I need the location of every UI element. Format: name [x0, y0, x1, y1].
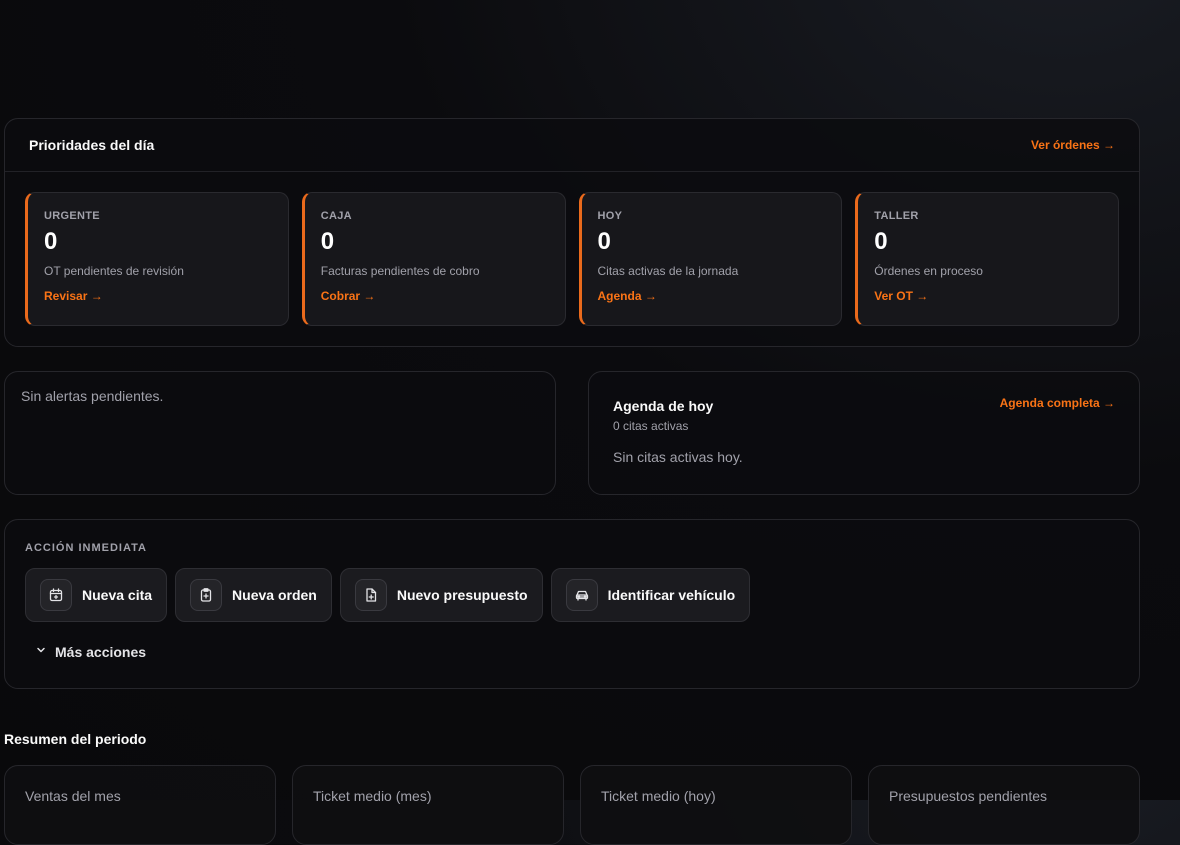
priority-card-cashier: CAJA 0 Facturas pendientes de cobro Cobr…: [301, 192, 566, 326]
collect-link[interactable]: Cobrar →: [321, 289, 376, 303]
stat-card-avg-ticket-today: Ticket medio (hoy): [580, 765, 852, 845]
new-quote-label: Nuevo presupuesto: [396, 587, 528, 603]
calendar-plus-icon: [40, 579, 72, 611]
priority-card-urgent: URGENTE 0 OT pendientes de revisión Revi…: [25, 192, 289, 326]
stat-label: Ticket medio (hoy): [601, 788, 716, 804]
review-link[interactable]: Revisar →: [44, 289, 103, 303]
priority-card-today: HOY 0 Citas activas de la jornada Agenda…: [578, 192, 843, 326]
stat-label: Presupuestos pendientes: [889, 788, 1047, 804]
priority-card-count: 0: [44, 228, 58, 255]
stat-card-avg-ticket-month: Ticket medio (mes): [292, 765, 564, 845]
priorities-header: Prioridades del día Ver órdenes →: [5, 119, 1139, 172]
identify-vehicle-label: Identificar vehículo: [607, 587, 736, 603]
stat-card-pending-quotes: Presupuestos pendientes: [868, 765, 1140, 845]
car-icon: [565, 579, 598, 611]
priority-card-count: 0: [597, 228, 611, 255]
new-quote-button[interactable]: Nuevo presupuesto: [339, 568, 543, 622]
priority-card-description: Órdenes en proceso: [874, 264, 983, 278]
file-plus-icon: [354, 579, 387, 611]
period-summary-title: Resumen del periodo: [4, 731, 147, 747]
new-order-label: Nueva orden: [232, 587, 317, 603]
new-order-button[interactable]: Nueva orden: [175, 568, 332, 622]
stat-card-monthly-sales: Ventas del mes: [4, 765, 276, 845]
priorities-panel: Prioridades del día Ver órdenes → URGENT…: [4, 118, 1140, 347]
priority-card-count: 0: [320, 228, 335, 255]
stat-label: Ventas del mes: [25, 788, 121, 804]
clipboard-plus-icon: [190, 579, 223, 611]
agenda-subtitle: 0 citas activas: [613, 419, 689, 433]
new-appointment-button[interactable]: Nueva cita: [25, 568, 168, 622]
priority-card-count: 0: [874, 228, 888, 255]
alerts-empty-message: Sin alertas pendientes.: [21, 388, 164, 404]
priority-card-workshop: TALLER 0 Órdenes en proceso Ver OT →: [855, 192, 1119, 326]
new-appointment-label: Nueva cita: [82, 587, 153, 603]
agenda-empty-message: Sin citas activas hoy.: [613, 449, 743, 465]
view-work-orders-link[interactable]: Ver OT →: [874, 289, 928, 303]
priority-card-description: OT pendientes de revisión: [44, 264, 184, 278]
stat-label: Ticket medio (mes): [313, 788, 432, 804]
identify-vehicle-button[interactable]: Identificar vehículo: [550, 568, 751, 622]
priority-card-tag: URGENTE: [44, 210, 100, 222]
chevron-down-icon: [35, 643, 47, 661]
priority-card-tag: CAJA: [320, 210, 352, 222]
agenda-title: Agenda de hoy: [613, 398, 714, 414]
immediate-action-panel: ACCIÓN INMEDIATA Nueva cita Nueva orden …: [4, 519, 1140, 689]
agenda-panel: Agenda de hoy 0 citas activas Agenda com…: [588, 371, 1140, 495]
priority-card-tag: HOY: [597, 210, 623, 222]
agenda-link[interactable]: Agenda →: [598, 289, 657, 303]
priorities-title: Prioridades del día: [29, 137, 155, 153]
more-actions-toggle[interactable]: Más acciones: [35, 643, 1119, 661]
priority-card-description: Citas activas de la jornada: [597, 264, 739, 278]
alerts-panel: Sin alertas pendientes.: [4, 371, 556, 495]
period-summary-stats: Ventas del mes Ticket medio (mes) Ticket…: [4, 765, 1140, 845]
immediate-action-label: ACCIÓN INMEDIATA: [25, 542, 147, 554]
view-orders-link[interactable]: Ver órdenes →: [1031, 138, 1115, 152]
full-agenda-link[interactable]: Agenda completa →: [1000, 396, 1115, 410]
priority-card-description: Facturas pendientes de cobro: [320, 264, 480, 278]
more-actions-label: Más acciones: [55, 644, 147, 660]
priority-card-tag: TALLER: [874, 210, 919, 222]
